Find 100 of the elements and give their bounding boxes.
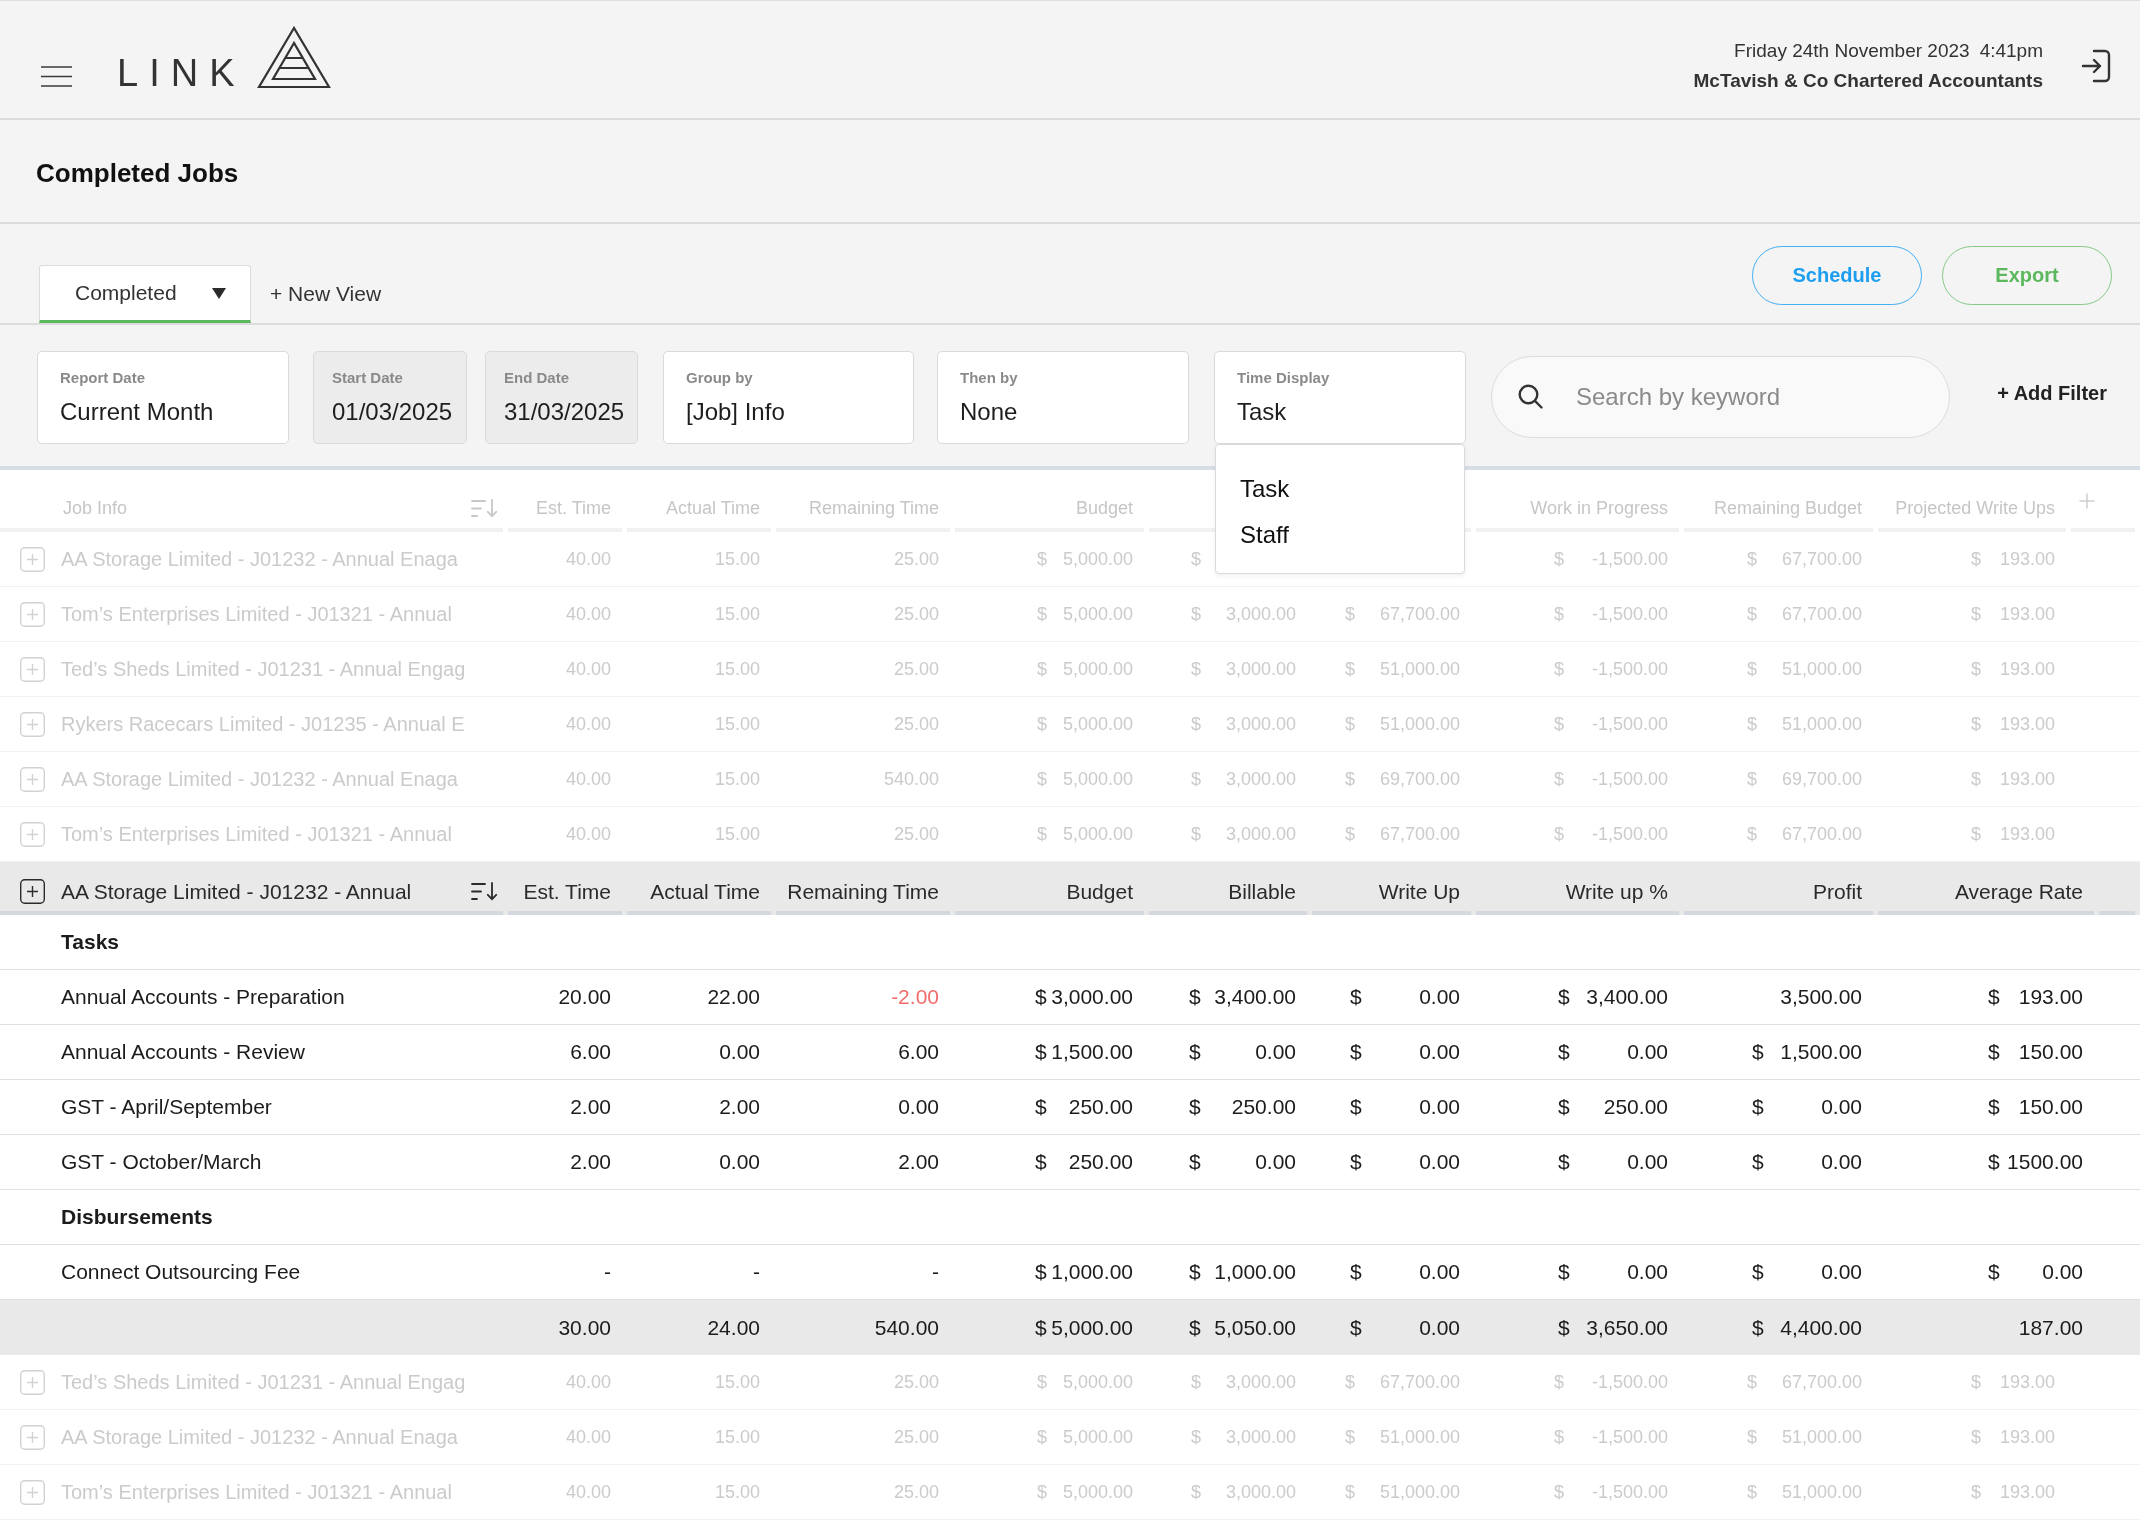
value-text: 30.00 [558,1315,611,1340]
money-value: $ 0.00 [1350,1150,1460,1174]
money-value: $ 1,500.00 [1752,1040,1862,1064]
value-text: 24.00 [707,1315,760,1340]
money-value: $ 0.00 [1350,1315,1460,1340]
money-value: $ 0.00 [1752,1150,1862,1174]
new-view-button[interactable]: + New View [270,265,382,323]
column-header: Remaining Time [808,497,939,519]
column-header: Actual Time [665,497,760,519]
column-header: Write up % [1565,879,1668,904]
sort-icon[interactable] [471,882,498,901]
money-value: $ 3,400.00 [1189,985,1296,1009]
column-header: Budget [1075,497,1133,519]
money-value: $ 0.00 [1189,1150,1296,1174]
money-value: $ 150.00 [1988,1095,2083,1119]
search-field[interactable]: Search by keyword [1491,356,1950,438]
value-text: - [604,1260,611,1284]
column-header: Billable [1228,879,1296,904]
column-header: Actual Time [650,879,760,904]
value-text: - [932,1260,939,1284]
money-value: $ 1,000.00 [1035,1260,1133,1284]
column-header: Write Up [1378,879,1460,904]
add-filter-button[interactable]: + Add Filter [1997,382,2107,405]
money-value: $ 250.00 [1558,1095,1668,1119]
money-value: $ 0.00 [1350,1040,1460,1064]
money-value: $ 0.00 [1558,1150,1668,1174]
money-value: $ 1,500.00 [1035,1040,1133,1064]
money-value: $ 0.00 [1752,1260,1862,1284]
column-header: Average Rate [1954,879,2083,904]
value-text: 187.00 [2018,1315,2083,1340]
value-text: 3,500.00 [1780,985,1862,1009]
column-header: Remaining Budget [1713,497,1862,519]
money-value: $ 3,650.00 [1558,1315,1668,1340]
value-text: 2.00 [898,1150,939,1174]
line-item-name: GST - October/March [61,1150,262,1174]
value-text: 2.00 [719,1095,760,1119]
value-text: 540.00 [874,1315,939,1340]
money-value: $ 3,000.00 [1035,985,1133,1009]
line-item-name: GST - April/September [61,1095,272,1119]
menu-option[interactable]: Task [1240,466,1290,512]
value-text: 2.00 [570,1150,611,1174]
date-text: Friday 24th November 2023 [1734,39,1970,63]
logo-text: LINK [117,54,246,92]
column-header: Est. Time [536,497,611,519]
login-icon[interactable] [2081,49,2111,83]
money-value: $ 0.00 [1558,1040,1668,1064]
view-tab[interactable]: Completed [39,265,251,323]
money-value: $ 150.00 [1988,1040,2083,1064]
value-text: 0.00 [898,1095,939,1119]
plus-icon[interactable] [2079,493,2095,509]
column-header: Est. Time [523,879,611,904]
column-header: Projected Write Ups [1895,497,2055,519]
money-value: $ 5,050.00 [1189,1315,1296,1340]
money-value: $ 3,400.00 [1558,985,1668,1009]
column-header: Work in Progress [1530,497,1668,519]
money-value: $ 1,000.00 [1189,1260,1296,1284]
money-value: $ 0.00 [1752,1095,1862,1119]
value-text: -2.00 [891,985,939,1009]
money-value: $ 1500.00 [1988,1150,2083,1174]
value-text: 0.00 [719,1150,760,1174]
value-text: 0.00 [719,1040,760,1064]
column-header: Budget [1066,879,1133,904]
value-text: - [753,1260,760,1284]
time-text: 4:41pm [1979,39,2043,63]
money-value: $ 250.00 [1035,1150,1133,1174]
money-value: $ [1191,548,1201,570]
section-title: Disbursements [61,1205,213,1229]
column-header: Remaining Time [787,879,939,904]
search-icon [1518,384,1543,409]
section-title: Tasks [61,930,119,954]
triangle-logo-icon [257,26,332,89]
money-value: $ 4,400.00 [1752,1315,1862,1340]
money-value: $ 0.00 [1350,1095,1460,1119]
line-item-name: Annual Accounts - Preparation [61,985,345,1009]
money-value: $ 250.00 [1189,1095,1296,1119]
menu-icon[interactable] [41,66,72,87]
line-item-name: Connect Outsourcing Fee [61,1260,301,1284]
column-header: Job Info [63,497,128,519]
menu-option[interactable]: Staff [1240,512,1289,558]
line-item-name: Annual Accounts - Review [61,1040,305,1064]
money-value: $ 250.00 [1035,1095,1133,1119]
value-text: 20.00 [558,985,611,1009]
money-value: $ 0.00 [1350,985,1460,1009]
money-value: $ 193.00 [1988,985,2083,1009]
column-header: Profit [1813,879,1862,904]
money-value: $ 0.00 [1189,1040,1296,1064]
plus-square-icon[interactable] [20,879,45,904]
filter-field[interactable]: Then by None [937,351,1189,444]
money-value: $ 0.00 [1558,1260,1668,1284]
value-text: 2.00 [570,1095,611,1119]
value-text: 6.00 [570,1040,611,1064]
value-text: 6.00 [898,1040,939,1064]
filter-field[interactable]: Group by [Job] Info [663,351,914,444]
caret-icon [212,287,226,299]
money-value: $ 0.00 [1350,1260,1460,1284]
money-value: $ 0.00 [1988,1260,2083,1284]
value-text: 22.00 [707,985,760,1009]
page-title: Completed Jobs [36,157,239,189]
company-name: McTavish & Co Chartered Accountants [1693,69,2043,93]
filter-field[interactable]: Report Date Current Month [37,351,289,444]
